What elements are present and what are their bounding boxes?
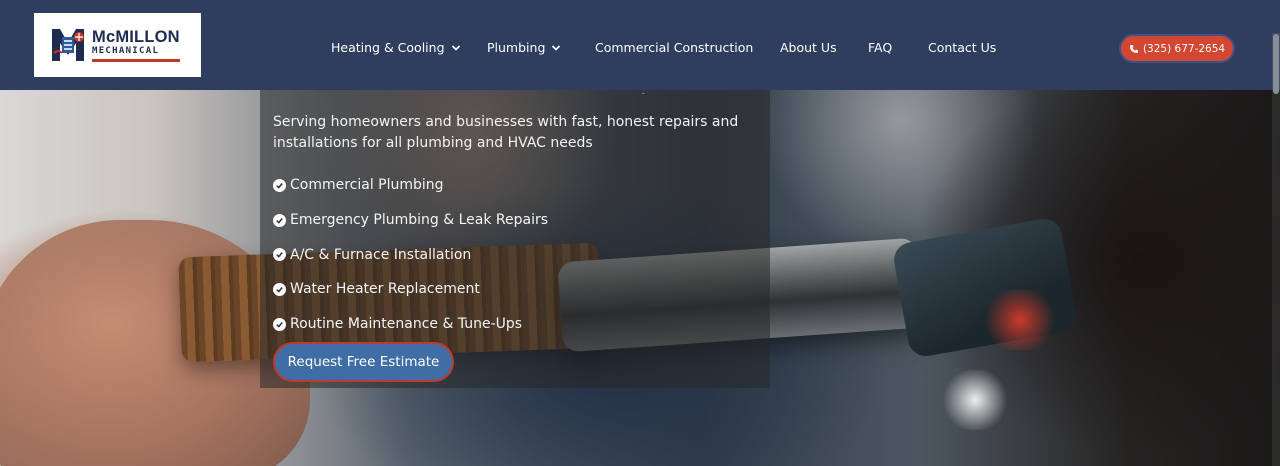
phone-number: (325) 677-2654 <box>1142 42 1226 55</box>
nav-item-about-us[interactable]: About Us <box>780 40 837 55</box>
nav-item-faq[interactable]: FAQ <box>868 40 892 55</box>
check-circle-icon <box>273 178 286 192</box>
site-header: McMILLON MECHANICAL Heating & Cooling Pl… <box>0 0 1280 90</box>
page-scrollbar[interactable] <box>1272 33 1280 466</box>
chevron-down-icon <box>552 44 561 51</box>
nav-item-plumbing[interactable]: Plumbing <box>487 40 561 55</box>
service-item: Commercial Plumbing <box>273 168 548 203</box>
services-checklist: Commercial Plumbing Emergency Plumbing &… <box>273 168 548 341</box>
service-item-label: Commercial Plumbing <box>290 177 444 194</box>
service-item-label: Emergency Plumbing & Leak Repairs <box>290 212 549 229</box>
logo-icon <box>48 23 88 67</box>
logo-underline <box>92 58 180 62</box>
check-circle-icon <box>273 317 286 331</box>
nav-item-heating-cooling[interactable]: Heating & Cooling <box>331 40 461 55</box>
logo-wordmark: McMILLON MECHANICAL <box>92 27 180 62</box>
service-item: Routine Maintenance & Tune-Ups <box>273 307 548 342</box>
logo-link[interactable]: McMILLON MECHANICAL <box>34 13 201 77</box>
hero-red-accent <box>980 290 1060 350</box>
check-circle-icon <box>273 248 286 262</box>
nav-item-label: About Us <box>780 40 837 55</box>
scrollbar-thumb[interactable] <box>1273 34 1279 94</box>
phone-call-button[interactable]: (325) 677-2654 <box>1119 34 1235 63</box>
nav-item-label: Plumbing <box>487 40 546 55</box>
service-item-label: A/C & Furnace Installation <box>290 246 472 263</box>
phone-icon <box>1129 44 1138 53</box>
hero-intro-text: Serving homeowners and businesses with f… <box>273 114 739 151</box>
nav-item-commercial-construction[interactable]: Commercial Construction <box>595 40 753 55</box>
service-item-label: Water Heater Replacement <box>290 281 480 298</box>
service-item: Water Heater Replacement <box>273 272 548 307</box>
nav-item-label: Commercial Construction <box>595 40 754 55</box>
service-item: Emergency Plumbing & Leak Repairs <box>273 203 548 238</box>
hero-light-reflection <box>940 370 1010 430</box>
service-item: A/C & Furnace Installation <box>273 237 548 272</box>
nav-item-label: Heating & Cooling <box>331 40 445 55</box>
check-circle-icon <box>273 213 286 227</box>
logo-name: McMILLON <box>92 27 180 46</box>
chevron-down-icon <box>451 44 460 51</box>
request-estimate-button[interactable]: Request Free Estimate <box>273 342 454 382</box>
nav-item-contact-us[interactable]: Contact Us <box>928 40 996 55</box>
service-item-label: Routine Maintenance & Tune-Ups <box>290 316 523 333</box>
logo-subtitle: MECHANICAL <box>92 45 160 56</box>
check-circle-icon <box>273 282 286 296</box>
nav-item-label: Contact Us <box>928 40 997 55</box>
nav-item-label: FAQ <box>868 40 893 55</box>
